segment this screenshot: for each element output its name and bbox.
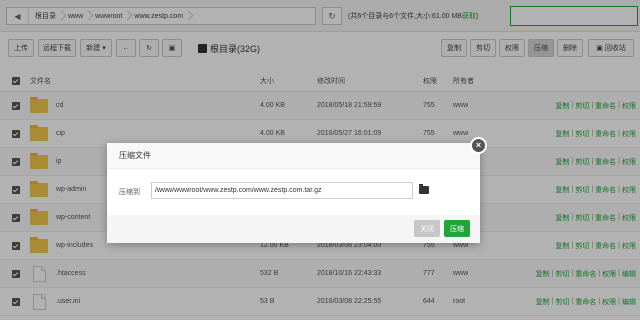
folder-open-icon[interactable] — [419, 184, 429, 194]
close-button[interactable]: 关闭 — [414, 220, 440, 237]
close-icon[interactable]: × — [470, 137, 487, 154]
compress-confirm-button[interactable]: 压缩 — [444, 220, 470, 237]
compress-to-label: 压缩到 — [119, 189, 140, 196]
dialog-title: 压缩文件 — [107, 143, 480, 169]
compress-path-input[interactable] — [151, 182, 413, 199]
compress-dialog: 压缩文件 压缩到 关闭 压缩 — [107, 143, 480, 243]
dialog-footer: 关闭 压缩 — [107, 215, 480, 243]
